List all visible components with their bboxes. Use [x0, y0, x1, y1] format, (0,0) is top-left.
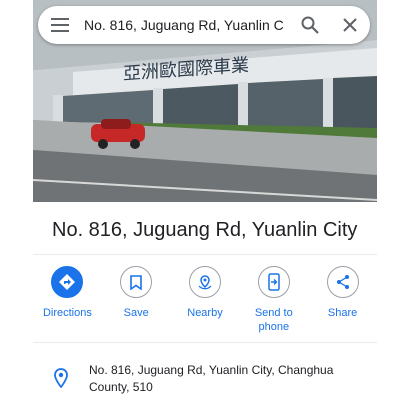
share-button[interactable]: Share: [311, 266, 375, 336]
share-icon: [336, 275, 349, 289]
nearby-button[interactable]: Nearby: [173, 266, 237, 336]
directions-circle[interactable]: [51, 266, 84, 298]
directions-label: Directions: [42, 307, 92, 319]
send-to-phone-icon: [268, 273, 280, 291]
nearby-icon: [198, 275, 212, 290]
nearby-label: Nearby: [187, 307, 223, 319]
save-button[interactable]: Save: [104, 266, 168, 336]
directions-icon: [59, 274, 76, 290]
share-circle[interactable]: [326, 266, 359, 298]
location-pin-icon: [54, 368, 68, 388]
search-icon: [301, 16, 319, 34]
share-label: Share: [327, 307, 358, 319]
clear-search-button[interactable]: [330, 6, 370, 44]
search-input[interactable]: No. 816, Juguang Rd, Yuanlin C: [82, 17, 290, 33]
search-bar[interactable]: No. 816, Juguang Rd, Yuanlin C: [38, 6, 370, 44]
address-row[interactable]: No. 816, Juguang Rd, Yuanlin City, Chang…: [33, 362, 377, 396]
divider: [33, 254, 377, 255]
address-icon-wrap: [33, 362, 89, 396]
menu-button[interactable]: [38, 6, 82, 44]
bookmark-icon: [130, 274, 142, 290]
nearby-circle[interactable]: [188, 266, 221, 298]
directions-button[interactable]: Directions: [35, 266, 99, 336]
place-title: No. 816, Juguang Rd, Yuanlin City: [52, 219, 358, 241]
send-to-phone-circle[interactable]: [257, 266, 290, 298]
address-text: No. 816, Juguang Rd, Yuanlin City, Chang…: [89, 363, 334, 394]
send-to-phone-label: Send to phone: [254, 307, 293, 333]
save-circle[interactable]: [120, 266, 153, 298]
save-label: Save: [123, 307, 149, 319]
action-bar: Directions Save Nearby Send to phone Sha…: [33, 266, 377, 336]
close-icon: [343, 18, 357, 32]
send-to-phone-button[interactable]: Send to phone: [242, 266, 306, 336]
menu-icon: [51, 18, 69, 32]
search-button[interactable]: [290, 6, 330, 44]
divider: [33, 342, 377, 343]
